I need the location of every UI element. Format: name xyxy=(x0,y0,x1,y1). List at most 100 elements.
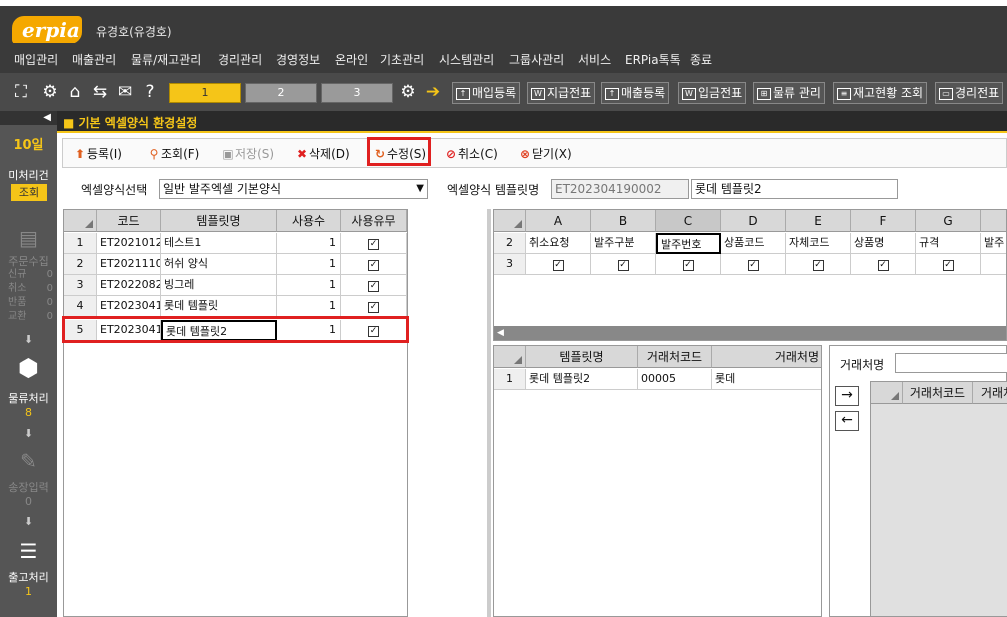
menu-item-system[interactable]: 시스템관리 xyxy=(439,51,494,68)
col-header-client-name[interactable]: 거래처명 xyxy=(712,346,821,368)
sitemap-icon[interactable]: ⛶ xyxy=(11,82,31,102)
menu-item-service[interactable]: 서비스 xyxy=(578,51,611,68)
quick-sales-register-button[interactable]: ↑ 매출등록 xyxy=(601,82,670,104)
use-checkbox[interactable]: ✓ xyxy=(368,239,379,250)
edit-button-highlight xyxy=(367,137,431,166)
col-header-f[interactable]: F xyxy=(851,210,916,232)
order-collect-label[interactable]: 주문수집 xyxy=(0,253,57,269)
mail-icon[interactable]: ✉ xyxy=(115,82,135,102)
document-w-icon: W xyxy=(682,87,696,100)
shipping-label[interactable]: 출고처리 xyxy=(0,569,57,585)
tab-3[interactable]: 3 xyxy=(321,83,393,103)
menu-item-online[interactable]: 온라인 xyxy=(335,51,368,68)
column-checkbox[interactable]: ✓ xyxy=(942,260,954,271)
save-button[interactable]: ▣저장(S) xyxy=(221,145,274,162)
col-header-client-code[interactable]: 거래처코드 xyxy=(903,382,973,404)
save-icon: ▣ xyxy=(222,147,234,161)
use-checkbox[interactable]: ✓ xyxy=(368,260,379,271)
col-header-in-use[interactable]: 사용유무 xyxy=(341,210,407,232)
menu-item-exit[interactable]: 종료 xyxy=(690,51,712,68)
close-button[interactable]: ⊗ 닫기(X) xyxy=(518,145,572,162)
quick-purchase-register-button[interactable]: ↑ 매입등록 xyxy=(452,82,521,104)
scroll-left-icon[interactable]: ◀ xyxy=(497,326,504,340)
client-name-input[interactable] xyxy=(895,353,1007,373)
action-bar: ⬆ 등록(I) ⚲ 조회(F) ▣저장(S) ✖ 삭제(D) ↻ 수정(S) ⊘ 취소(C… xyxy=(62,138,1007,168)
menu-item-accounting[interactable]: 경리관리 xyxy=(218,51,262,68)
excel-form-select[interactable]: 일반 발주엑셀 기본양식 ▼ xyxy=(159,179,428,199)
tab-1[interactable]: 1 xyxy=(169,83,241,103)
col-header-c[interactable]: C xyxy=(656,210,721,232)
horizontal-scrollbar[interactable]: ◀ xyxy=(494,326,1006,340)
menu-item-group[interactable]: 그룹사관리 xyxy=(509,51,564,68)
quick-payment-slip-button[interactable]: W 지급전표 xyxy=(527,82,596,104)
title-bar: erpia 유경호(유경호) xyxy=(0,0,1007,44)
col-header-h[interactable] xyxy=(981,210,1006,232)
menu-item-management-info[interactable]: 경영정보 xyxy=(276,51,320,68)
register-button[interactable]: ⬆ 등록(I) xyxy=(73,145,122,162)
help-icon[interactable]: ? xyxy=(140,82,160,102)
sidebar: ◀ 10일 미처리건 조회 ▤ 주문수집 신규 0 취소 0 반품 0 교환 0 ⬇ ⬢… xyxy=(0,111,57,617)
logistics-label[interactable]: 물류처리 xyxy=(0,390,57,406)
checklist-icon: ☰ xyxy=(19,539,38,563)
invoice-label[interactable]: 송장입력 xyxy=(0,479,57,495)
use-checkbox[interactable]: ✓ xyxy=(368,281,379,292)
menu-item-sales[interactable]: 매출관리 xyxy=(72,51,116,68)
vertical-splitter[interactable] xyxy=(487,209,491,617)
menu-item-basic[interactable]: 기초관리 xyxy=(380,51,424,68)
menu-item-purchase[interactable]: 매입관리 xyxy=(14,51,58,68)
collapse-icon[interactable]: ◀ xyxy=(0,111,57,125)
toolbar: ⛶ ⚙ ⌂ ⇆ ✉ ? 1 2 3 ⚙ ➔ ↑ 매입등록 W 지급전표 ↑ 매출등록 … xyxy=(0,73,1007,111)
quick-logistics-button[interactable]: ⊞ 물류 관리 xyxy=(753,82,825,104)
add-arrow-button[interactable]: → xyxy=(835,386,859,406)
column-checkbox[interactable]: ✓ xyxy=(682,260,694,271)
close-icon: ✖ xyxy=(296,147,308,161)
col-header-usage-count[interactable]: 사용수 xyxy=(277,210,341,232)
tab-2[interactable]: 2 xyxy=(245,83,317,103)
col-header-b[interactable]: B xyxy=(591,210,656,232)
remove-arrow-button[interactable]: ← xyxy=(835,411,859,431)
settings-icon[interactable]: ⚙ xyxy=(398,82,418,102)
template-code-field[interactable]: ET202304190002 xyxy=(551,179,689,199)
cancel-button[interactable]: ⊘ 취소(C) xyxy=(444,145,498,162)
gear-icon[interactable]: ⚙ xyxy=(40,82,60,102)
column-checkbox[interactable]: ✓ xyxy=(552,260,564,271)
document-w-icon: W xyxy=(531,87,545,100)
column-checkbox[interactable]: ✓ xyxy=(877,260,889,271)
quick-inventory-button[interactable]: ≡ 재고현황 조회 xyxy=(833,82,928,104)
column-checkbox[interactable]: ✓ xyxy=(812,260,824,271)
excel-form-select-label: 엑셀양식선택 xyxy=(81,183,148,197)
col-header-g[interactable]: G xyxy=(916,210,981,232)
col-header-e[interactable]: E xyxy=(786,210,851,232)
edit-icon: ✎ xyxy=(20,449,37,473)
delete-button[interactable]: ✖ 삭제(D) xyxy=(295,145,350,162)
client-panel: 거래처명 → ← 거래처코드 거래처 xyxy=(829,345,1007,617)
lookup-action-button[interactable]: ⚲ 조회(F) xyxy=(147,145,200,162)
col-header-client-code[interactable]: 거래처코드 xyxy=(638,346,712,368)
col-header-template-name[interactable]: 템플릿명 xyxy=(161,210,277,232)
col-header-a[interactable]: A xyxy=(526,210,591,232)
erpia-logo: erpia xyxy=(12,16,82,44)
template-name-field[interactable]: 롯데 템플릿2 xyxy=(691,179,898,199)
use-checkbox[interactable]: ✓ xyxy=(368,302,379,313)
client-list-grid: 거래처코드 거래처 xyxy=(870,381,1007,617)
col-header-code[interactable]: 코드 xyxy=(97,210,161,232)
panel-header: ■ 기본 엑셀양식 환경설정 xyxy=(57,111,1007,133)
quick-deposit-slip-button[interactable]: W 입금전표 xyxy=(678,82,747,104)
refresh-icon[interactable]: ⇆ xyxy=(90,82,110,102)
lookup-button[interactable]: 조회 xyxy=(11,184,47,201)
upload-icon: ↑ xyxy=(605,87,619,100)
col-header-d[interactable]: D xyxy=(721,210,786,232)
arrow-right-icon[interactable]: ➔ xyxy=(423,82,443,102)
column-checkbox[interactable]: ✓ xyxy=(747,260,759,271)
order-stats: 신규 0 취소 0 반품 0 교환 0 xyxy=(8,269,53,322)
user-name: 유경호(유경호) xyxy=(96,25,172,39)
date-day: 10일 xyxy=(13,138,44,153)
document-icon: ▭ xyxy=(939,87,953,100)
menu-item-logistics[interactable]: 물류/재고관리 xyxy=(131,51,201,68)
col-header-client[interactable]: 거래처 xyxy=(973,382,1007,404)
menu-item-erpia-talk[interactable]: ERPia톡톡 xyxy=(625,51,681,68)
home-icon[interactable]: ⌂ xyxy=(65,82,85,102)
column-checkbox[interactable]: ✓ xyxy=(617,260,629,271)
col-header-template-name[interactable]: 템플릿명 xyxy=(526,346,638,368)
quick-accounting-slip-button[interactable]: ▭ 경리전표 xyxy=(935,82,1004,104)
